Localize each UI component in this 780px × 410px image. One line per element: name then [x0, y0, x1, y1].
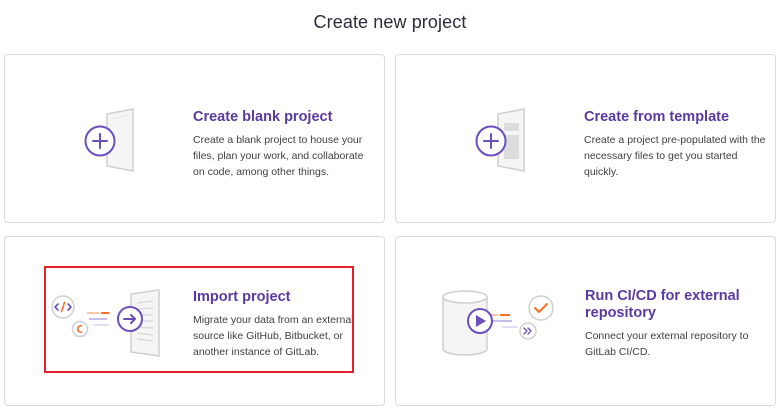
import-project-card[interactable]: Import project Migrate your data from an…: [4, 236, 385, 406]
create-blank-project-card[interactable]: Create blank project Create a blank proj…: [4, 54, 385, 223]
card-title: Run CI/CD for external repository: [585, 288, 740, 321]
card-description: Connect your external repository to GitL…: [585, 330, 749, 358]
import-arrow-icon: [49, 289, 169, 357]
card-title: Create from template: [584, 109, 730, 125]
create-from-template-card[interactable]: Create from template Create a project pr…: [395, 54, 776, 223]
play-pipeline-icon: [438, 289, 566, 357]
card-title: Import project: [193, 289, 291, 305]
plus-template-icon: [464, 105, 544, 175]
card-description: Create a project pre-populated with the …: [584, 134, 766, 178]
page-title: Create new project: [313, 12, 467, 32]
run-cicd-external-repo-card[interactable]: Run CI/CD for external repository Connec…: [395, 236, 776, 406]
plus-document-icon: [73, 105, 153, 175]
card-description: Create a blank project to house your fil…: [193, 134, 364, 178]
card-description: Migrate your data from an external sourc…: [193, 314, 354, 358]
card-title: Create blank project: [193, 109, 333, 125]
